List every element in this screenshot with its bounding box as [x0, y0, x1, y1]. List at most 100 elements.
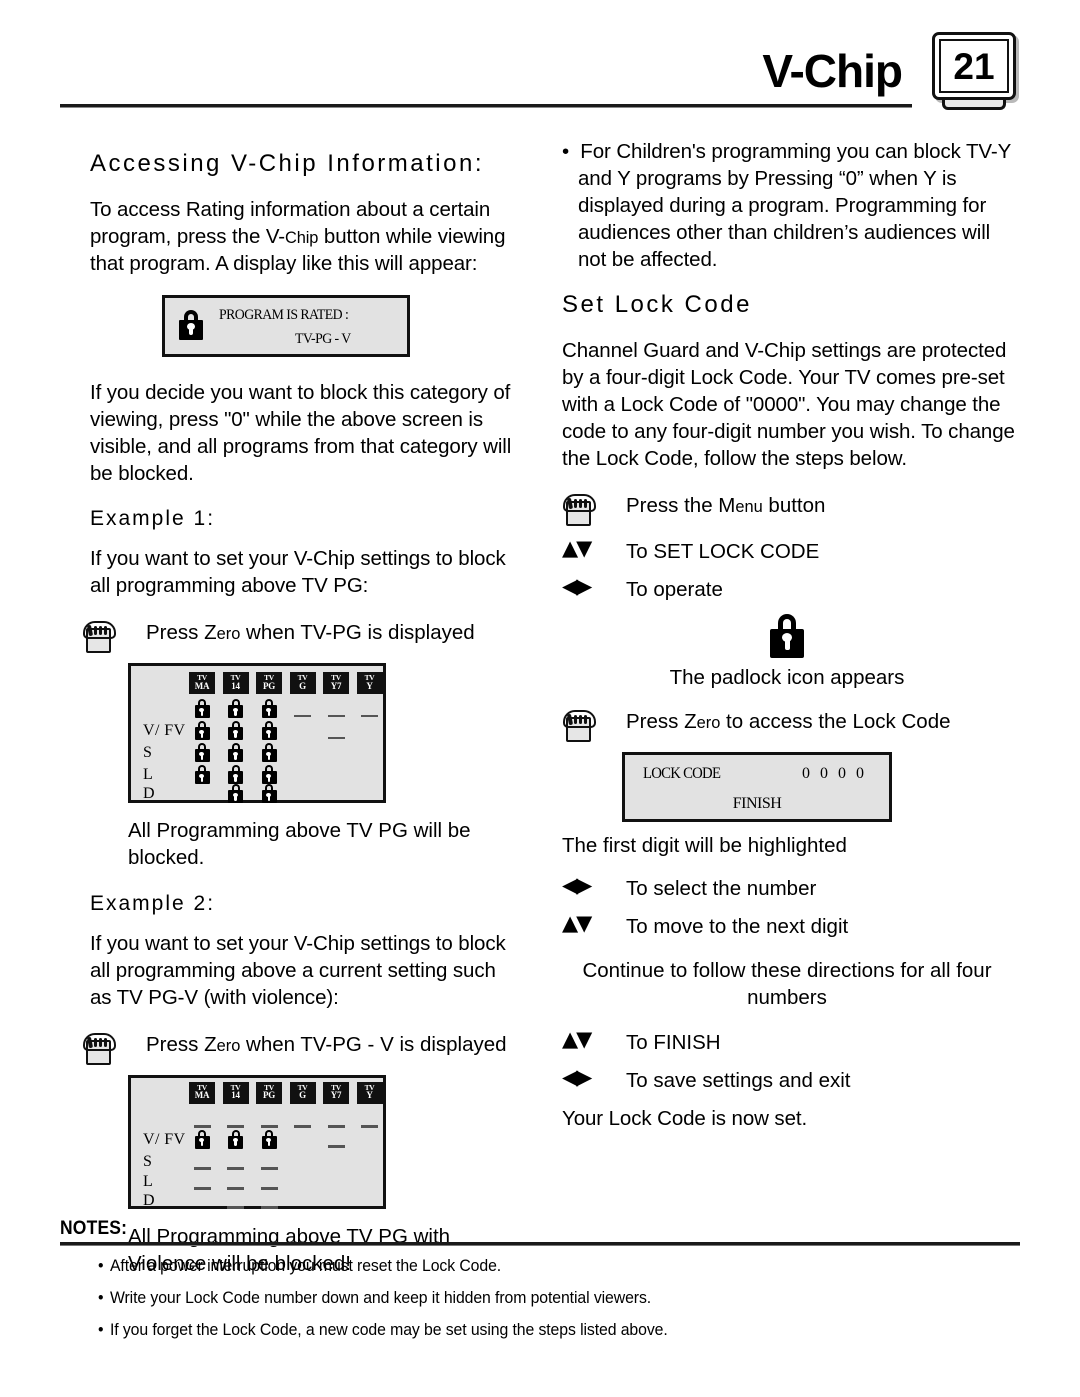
- bullet-glyph: •: [98, 1256, 104, 1275]
- example1-step-smallcaps: ero: [216, 625, 241, 644]
- osd-rated-line2: TV-PG - V: [295, 331, 351, 348]
- dash-marker: [223, 1191, 249, 1217]
- rating-column-header: TV 14: [222, 1081, 249, 1104]
- example1-step-text: Press Zero when TV-PG is displayed: [146, 617, 475, 647]
- padlock-icon: [223, 1129, 249, 1149]
- rating-grid-2: TV MA TV 14 TV PG TV G TV Y7 TV Y V/ FV S L D: [128, 1074, 386, 1209]
- intro-text-smallcaps: Chip: [285, 229, 319, 248]
- rating-header-bottom: Y7: [330, 1090, 342, 1101]
- rating-header-bottom: MA: [194, 1090, 210, 1101]
- header-divider: [60, 104, 912, 108]
- lock-code-label: LOCK CODE: [643, 764, 721, 782]
- example2-step-pre: Press Z: [146, 1032, 217, 1056]
- step-press-menu-text: Press the Menu button: [626, 490, 825, 520]
- dash-marker: [290, 699, 316, 725]
- left-right-arrows-icon: ◀▶: [562, 1065, 626, 1088]
- note-item-text: Write your Lock Code number down and kee…: [109, 1288, 652, 1307]
- up-down-arrows-icon: ▲▼: [562, 911, 626, 934]
- first-digit-note: The first digit will be highlighted: [562, 833, 847, 857]
- dash-marker: [323, 721, 349, 747]
- rating-header-bottom: 14: [231, 680, 240, 691]
- left-column: Accessing V-Chip Information: To access …: [60, 134, 522, 1277]
- rating-row-label: V/ FV: [143, 1130, 186, 1148]
- rating-row-label: D: [143, 785, 155, 803]
- tv-screen-icon: 21: [930, 32, 1020, 114]
- page-title: V-Chip: [762, 45, 903, 97]
- step-next-digit-text: To move to the next digit: [626, 914, 849, 938]
- lock-code-intro: Channel Guard and V-Chip settings are pr…: [562, 339, 1015, 471]
- step-to-finish-text: To FINISH: [626, 1030, 721, 1054]
- continue-note: Continue to follow these directions for …: [582, 958, 992, 1009]
- step-menu-pre: Press the M: [626, 494, 736, 518]
- padlock-caption: The padlock icon appears: [669, 666, 905, 690]
- rating-header-bottom: Y7: [330, 680, 342, 691]
- step-save-exit: ◀▶ To save settings and exit: [562, 1065, 1020, 1095]
- lock-code-value: 0 0 0 0: [802, 764, 867, 782]
- padlock-icon: [256, 765, 282, 785]
- block-category-paragraph: If you decide you want to block this cat…: [90, 381, 512, 486]
- rating-row-label: S: [143, 1152, 153, 1170]
- rating-header-bottom: PG: [263, 680, 275, 691]
- rating-column-header: TV PG: [256, 672, 282, 695]
- right-column: • For Children's programming you can blo…: [552, 134, 1020, 1277]
- rating-header-bottom: Y: [366, 1090, 373, 1101]
- page-number: 21: [939, 39, 1009, 93]
- bullet-glyph: •: [562, 140, 570, 163]
- rating-column-header: TV Y: [356, 672, 383, 695]
- step-to-finish: ▲▼ To FINISH: [562, 1027, 1020, 1057]
- rating-row-label: L: [143, 1172, 154, 1190]
- step-zero-pre: Press Z: [626, 709, 697, 733]
- note-item: • If you forget the Lock Code, a new code…: [98, 1320, 955, 1340]
- document-page: V-Chip 21 Accessing V-Chip Information: …: [0, 0, 1080, 1397]
- content-columns: Accessing V-Chip Information: To access …: [60, 134, 1020, 1277]
- example1-step: Press Zero when TV-PG is displayed: [82, 617, 522, 655]
- padlock-icon: [256, 784, 282, 804]
- hand-press-button-icon: [562, 706, 626, 744]
- dash-marker: [290, 1110, 316, 1136]
- bullet-glyph: •: [98, 1320, 104, 1339]
- step-zero-post: to access the Lock Code: [720, 709, 951, 733]
- padlock-icon: [256, 721, 282, 741]
- padlock-icon: [223, 765, 249, 785]
- rating-header-bottom: G: [299, 680, 306, 691]
- up-down-arrows-icon: ▲▼: [562, 536, 626, 559]
- rating-header-bottom: Y: [366, 680, 373, 691]
- section-heading-set-lock-code: Set Lock Code: [562, 291, 752, 319]
- dash-marker: [323, 1130, 349, 1156]
- padlock-icon: [223, 721, 249, 741]
- tv-stand: [942, 100, 1006, 110]
- padlock-icon: [189, 699, 215, 719]
- lock-code-osd-box: LOCK CODE 0 0 0 0 FINISH: [622, 751, 892, 822]
- rating-grid-1: TV MA TV 14 TV PG TV G TV Y7 TV Y V/ FV S L D: [128, 663, 386, 804]
- padlock-icon: [562, 614, 1012, 659]
- step-next-digit: ▲▼ To move to the next digit: [562, 911, 1020, 941]
- rating-row-label: D: [143, 1191, 155, 1209]
- rating-column-header: TV G: [289, 1081, 316, 1104]
- hand-press-button-icon: [562, 490, 626, 528]
- closing-text: Your Lock Code is now set.: [562, 1106, 808, 1130]
- up-down-arrows-glyph: ▲▼: [562, 910, 592, 935]
- rating-column-header: TV MA: [189, 672, 215, 695]
- rating-column-header: TV Y: [356, 1081, 383, 1104]
- step-zero-smallcaps: ero: [696, 713, 721, 732]
- left-right-arrows-icon: ◀▶: [562, 574, 626, 597]
- dash-marker: [357, 699, 383, 725]
- up-down-arrows-glyph: ▲▼: [562, 1026, 592, 1051]
- rating-header-bottom: PG: [263, 1090, 275, 1101]
- left-right-arrows-glyph: ◀▶: [562, 574, 592, 599]
- osd-rated-line1: PROGRAM IS RATED :: [219, 307, 349, 324]
- rating-row-label: S: [143, 744, 153, 762]
- example2-step: Press Zero when TV-PG - V is displayed: [82, 1029, 522, 1067]
- padlock-icon: [223, 699, 249, 719]
- step-set-lock-code: ▲▼ To SET LOCK CODE: [562, 536, 1020, 566]
- padlock-icon: [189, 743, 215, 763]
- section-heading-accessing: Accessing V-Chip Information:: [90, 150, 484, 177]
- padlock-icon: [189, 721, 215, 741]
- up-down-arrows-glyph: ▲▼: [562, 536, 592, 561]
- padlock-icon: [179, 310, 203, 341]
- example1-lead: If you want to set your V-Chip settings …: [90, 547, 506, 598]
- rating-column-header: TV Y7: [323, 672, 349, 695]
- step-select-number: ◀▶ To select the number: [562, 873, 1020, 903]
- step-save-exit-text: To save settings and exit: [626, 1068, 851, 1092]
- dash-marker: [256, 1191, 282, 1217]
